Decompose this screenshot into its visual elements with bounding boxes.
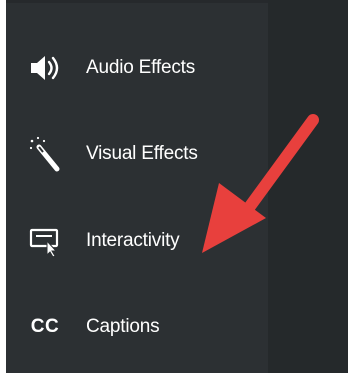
sidebar-item-label: Audio Effects xyxy=(86,57,196,78)
sidebar-item-visual-effects[interactable]: Visual Effects xyxy=(6,124,268,184)
canvas-area xyxy=(268,0,348,373)
sidebar-item-label: Captions xyxy=(86,316,160,337)
cc-icon-text: CC xyxy=(30,316,60,337)
sidebar-item-interactivity[interactable]: Interactivity xyxy=(6,211,268,271)
speaker-icon xyxy=(20,48,70,88)
sidebar-item-label: Interactivity xyxy=(86,230,180,251)
sidebar-top-edge xyxy=(6,0,268,3)
interactivity-icon xyxy=(20,221,70,261)
magic-wand-icon xyxy=(20,134,70,174)
screenshot-frame: Audio Effects Visual Effects Interactivi… xyxy=(0,0,354,379)
cc-icon: CC xyxy=(20,307,70,347)
frame-edge-right xyxy=(348,0,354,379)
sidebar-item-captions[interactable]: CC Captions xyxy=(6,297,268,357)
sidebar-item-audio-effects[interactable]: Audio Effects xyxy=(6,38,268,98)
frame-edge-bottom xyxy=(0,373,354,379)
sidebar-item-label: Visual Effects xyxy=(86,143,198,164)
